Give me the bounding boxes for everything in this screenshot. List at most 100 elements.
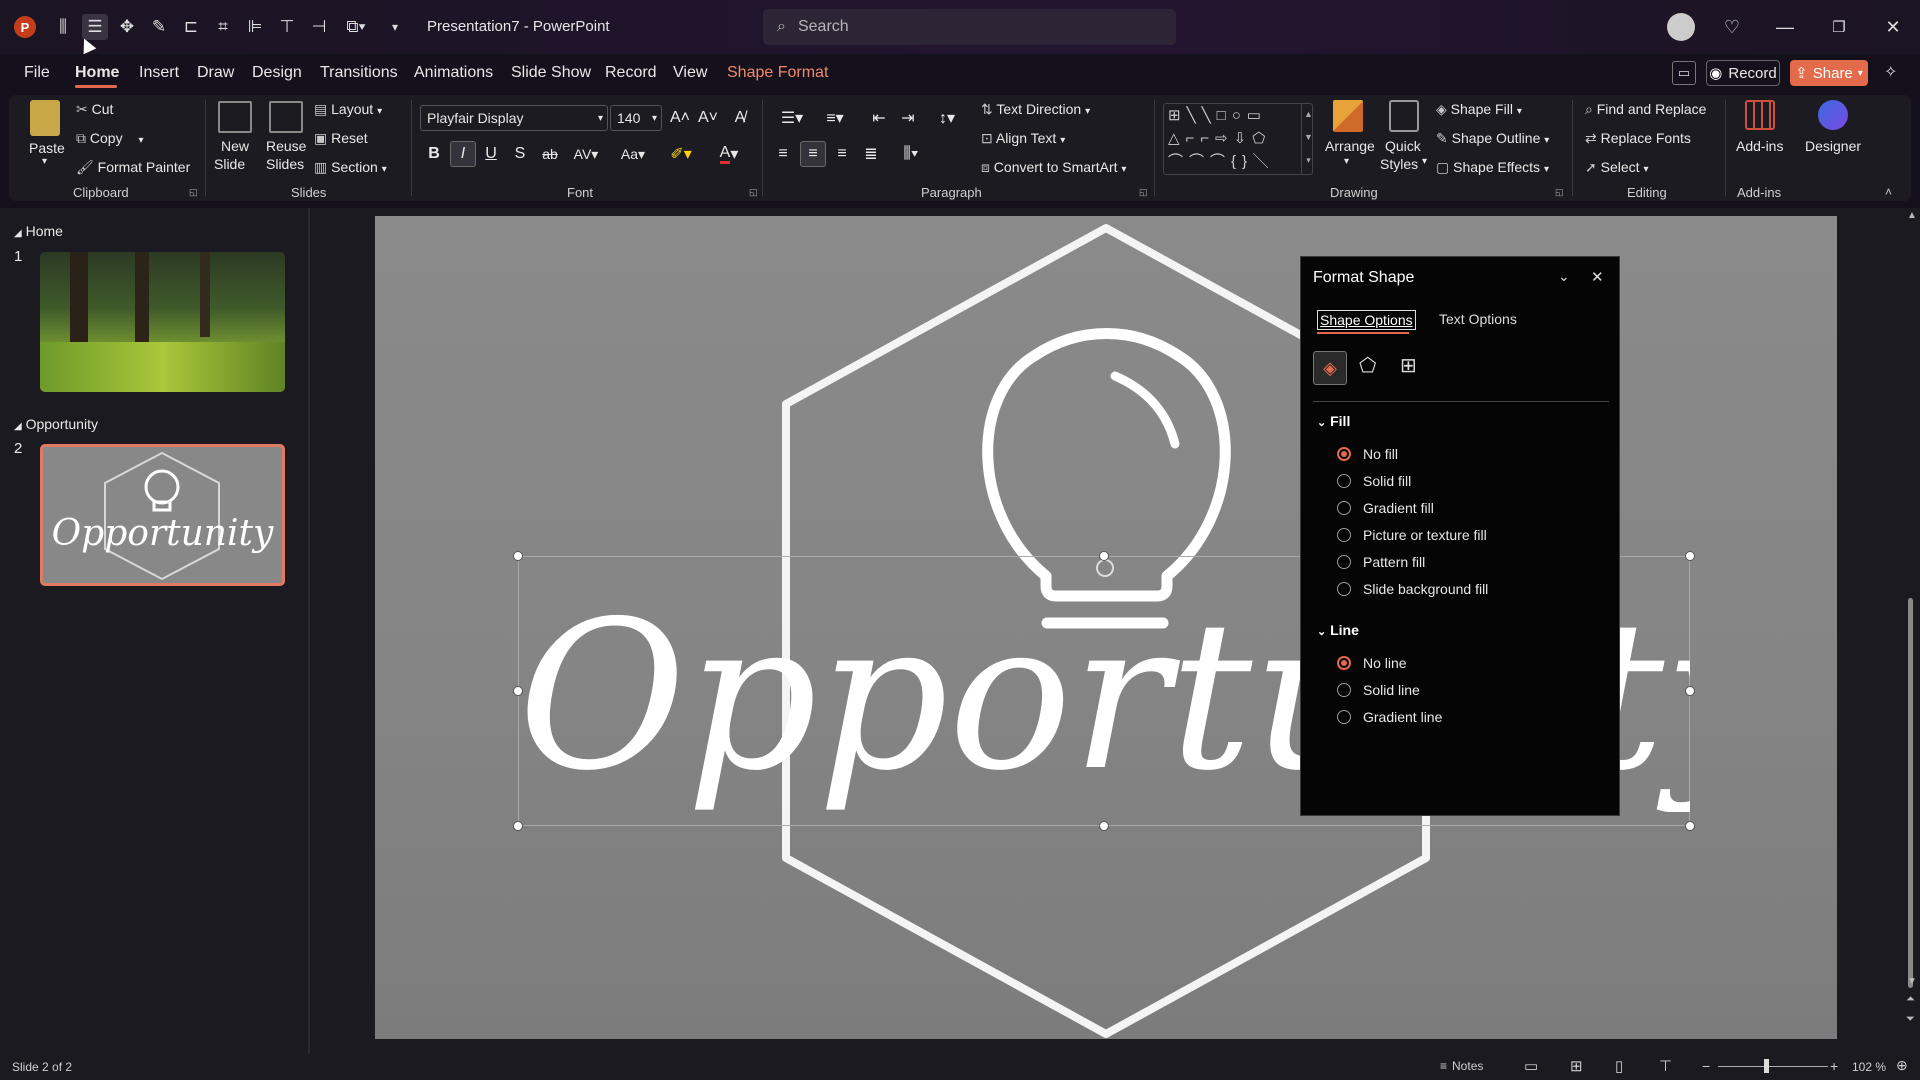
tab-file[interactable]: File — [24, 64, 50, 82]
scroll-thumb[interactable] — [1908, 598, 1913, 988]
tab-shape-options[interactable]: Shape Options — [1317, 310, 1416, 330]
decrease-font-icon[interactable]: A˅ — [695, 105, 721, 131]
distribute-icon[interactable]: ✥ — [114, 14, 140, 40]
zoom-slider-track[interactable] — [1718, 1066, 1828, 1067]
font-family-select[interactable]: Playfair Display ▾ — [420, 105, 608, 131]
resize-handle[interactable] — [513, 551, 523, 561]
radio-solid-line[interactable]: Solid line — [1337, 682, 1420, 698]
increase-font-icon[interactable]: A˄ — [667, 105, 693, 131]
radio-solid-fill[interactable]: Solid fill — [1337, 473, 1411, 489]
minimize-icon[interactable]: — — [1772, 14, 1798, 40]
collapse-ribbon-icon[interactable]: ˄ — [1885, 185, 1892, 199]
previous-slide-icon[interactable]: ⏶ — [1906, 993, 1915, 1006]
section-opportunity[interactable]: ◢ Opportunity — [14, 416, 98, 432]
reuse-slides-icon[interactable] — [269, 101, 303, 133]
resize-handle[interactable] — [513, 821, 523, 831]
fit-to-window-icon[interactable]: ⊕ — [1896, 1057, 1908, 1074]
new-slide-label-1[interactable]: New — [221, 138, 249, 154]
vertical-scrollbar[interactable]: ▲ ▼ ⏶ ⏷ — [1901, 208, 1920, 1053]
increase-indent-icon[interactable]: ⇥ — [895, 105, 921, 131]
tab-record[interactable]: Record — [605, 64, 657, 82]
dialog-launcher-icon[interactable]: ◱ — [1555, 187, 1564, 198]
avatar[interactable] — [1667, 13, 1695, 41]
layout-button[interactable]: ▤ Layout ▾ — [314, 101, 382, 118]
quick-styles-label-1[interactable]: Quick — [1385, 138, 1421, 154]
strikethrough-icon[interactable]: ab — [537, 141, 563, 167]
numbering-icon[interactable]: ≡▾ — [818, 105, 852, 131]
font-color-icon[interactable]: A ▾ — [712, 141, 746, 167]
font-size-select[interactable]: 140 ▾ — [610, 105, 662, 131]
tab-slide-show[interactable]: Slide Show — [511, 64, 591, 82]
slide-thumbnail-1[interactable] — [40, 252, 285, 392]
arrange-button[interactable]: Arrange — [1325, 138, 1375, 154]
radio-picture-fill[interactable]: Picture or texture fill — [1337, 527, 1487, 543]
resize-handle[interactable] — [1099, 821, 1109, 831]
bullets-icon[interactable]: ☰▾ — [775, 105, 809, 131]
dialog-launcher-icon[interactable]: ◱ — [749, 187, 758, 198]
shape-effects-button[interactable]: ▢ Shape Effects ▾ — [1436, 159, 1549, 176]
align-center-icon[interactable]: ⫼ — [50, 14, 76, 40]
shapes-gallery[interactable]: ⊞╲╲□○▭ △⌐⌐⇨⇩⬠ ⌒⌒⌒{}╲ — [1163, 103, 1313, 175]
dialog-launcher-icon[interactable]: ◱ — [1139, 187, 1148, 198]
section-home[interactable]: ◢ Home — [14, 223, 63, 239]
resize-handle[interactable] — [513, 686, 523, 696]
quick-styles-icon[interactable] — [1389, 100, 1419, 132]
align-left-text-icon[interactable]: ≡ — [770, 141, 796, 167]
designer-icon[interactable] — [1818, 100, 1848, 130]
reuse-slides-label-2[interactable]: Slides — [266, 156, 304, 172]
normal-view-icon[interactable]: ▭ — [1524, 1057, 1538, 1075]
close-window-icon[interactable]: ✕ — [1880, 14, 1906, 40]
tab-draw[interactable]: Draw — [197, 64, 234, 82]
align-left-icon[interactable]: ⊏ — [178, 14, 204, 40]
comments-icon[interactable]: ▭ — [1672, 61, 1696, 85]
shape-outline-button[interactable]: ✎ Shape Outline ▾ — [1436, 130, 1549, 147]
change-case-icon[interactable]: Aa▾ — [615, 141, 651, 167]
text-direction-button[interactable]: ⇅ Text Direction ▾ — [981, 101, 1090, 118]
align-top-icon[interactable]: ⊤ — [274, 14, 300, 40]
arrange-icon[interactable] — [1333, 100, 1363, 132]
chevron-down-icon[interactable]: ▾ — [1344, 156, 1349, 167]
restore-icon[interactable]: ❐ — [1826, 14, 1852, 40]
add-ins-button[interactable]: Add-ins — [1736, 138, 1783, 154]
zoom-out-icon[interactable]: − — [1702, 1058, 1710, 1074]
center-text-icon[interactable]: ≡ — [800, 141, 826, 167]
select-button[interactable]: ➚ Select ▾ — [1585, 159, 1648, 176]
align-text-button[interactable]: ⊡ Align Text ▾ — [981, 130, 1065, 147]
slideshow-view-icon[interactable]: ⊤ — [1659, 1057, 1672, 1075]
bold-icon[interactable]: B — [421, 141, 447, 167]
cut-button[interactable]: ✂ Cut — [76, 101, 113, 118]
decrease-indent-icon[interactable]: ⇤ — [866, 105, 892, 131]
record-button[interactable]: ◉ Record — [1706, 60, 1780, 86]
scroll-down-icon[interactable]: ▼ — [1907, 976, 1917, 987]
draw-pen-icon[interactable]: ✎ — [146, 14, 172, 40]
notes-button[interactable]: ≡ Notes — [1440, 1059, 1483, 1073]
columns-icon[interactable]: ⫼▾ — [893, 141, 929, 167]
designer-button[interactable]: Designer — [1805, 138, 1861, 154]
effects-pentagon-icon[interactable]: ⬠ — [1359, 353, 1376, 378]
highlight-color-icon[interactable]: ✐▾ — [664, 141, 698, 167]
crop-icon[interactable]: ⌗ — [210, 14, 236, 40]
radio-pattern-fill[interactable]: Pattern fill — [1337, 554, 1425, 570]
tab-insert[interactable]: Insert — [139, 64, 179, 82]
format-painter-button[interactable]: 🖌 Format Painter — [76, 159, 190, 176]
character-spacing-icon[interactable]: AV▾ — [569, 141, 603, 167]
next-slide-icon[interactable]: ⏷ — [1906, 1013, 1915, 1026]
line-spacing-icon[interactable]: ↕▾ — [930, 105, 964, 131]
reset-button[interactable]: ▣ Reset — [314, 130, 368, 147]
justify-icon[interactable]: ≣ — [858, 141, 884, 167]
radio-gradient-line[interactable]: Gradient line — [1337, 709, 1442, 725]
zoom-in-icon[interactable]: + — [1830, 1058, 1838, 1074]
reading-view-icon[interactable]: ▯ — [1615, 1057, 1623, 1075]
tab-design[interactable]: Design — [252, 64, 302, 82]
tab-animations[interactable]: Animations — [414, 64, 493, 82]
zoom-slider-thumb[interactable] — [1764, 1059, 1769, 1073]
slide-sorter-icon[interactable]: ⊞ — [1570, 1057, 1583, 1075]
align-objects-icon[interactable]: ⊫ — [242, 14, 268, 40]
tab-shape-format[interactable]: Shape Format — [727, 64, 828, 82]
gallery-scroll[interactable]: ▲ ▼ ▾ — [1301, 103, 1315, 175]
size-properties-icon[interactable]: ⊞ — [1400, 353, 1417, 378]
add-ins-icon[interactable] — [1745, 100, 1775, 130]
replace-fonts-button[interactable]: ⇄ Replace Fonts — [1585, 130, 1691, 147]
clear-formatting-icon[interactable]: A̸ — [727, 105, 753, 131]
resize-handle[interactable] — [1685, 551, 1695, 561]
